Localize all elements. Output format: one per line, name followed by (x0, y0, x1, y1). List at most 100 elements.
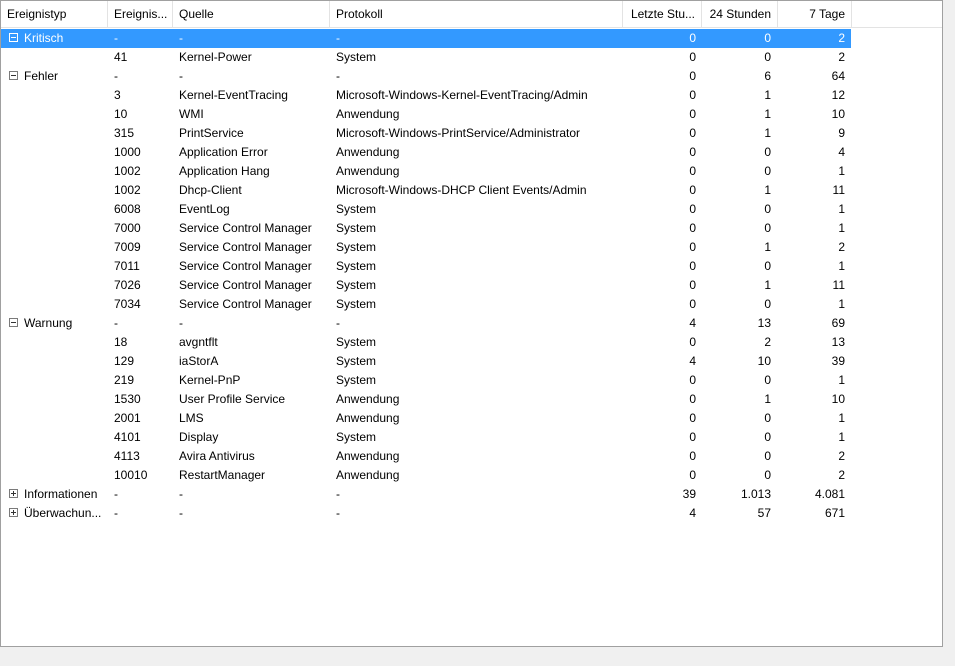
cell-source: - (179, 487, 183, 501)
cell-event-id: 1002 (114, 164, 141, 178)
table-row[interactable]: 10 WMI Anwendung 0 1 10 (1, 105, 851, 124)
cell-24h: 0 (764, 430, 771, 444)
cell-24h: 0 (764, 31, 771, 45)
cell-24h: 0 (764, 221, 771, 235)
cell-last-hour: 0 (689, 240, 696, 254)
cell-24h: 0 (764, 297, 771, 311)
table-row[interactable]: 7026 Service Control Manager System 0 1 11 (1, 276, 851, 295)
cell-24h: 0 (764, 468, 771, 482)
cell-source: - (179, 69, 183, 83)
cell-source: Dhcp-Client (179, 183, 242, 197)
table-row[interactable]: 129 iaStorA System 4 10 39 (1, 352, 851, 371)
table-row[interactable]: 1000 Application Error Anwendung 0 0 4 (1, 143, 851, 162)
cell-7d: 2 (838, 31, 845, 45)
cell-7d: 13 (831, 335, 845, 349)
cell-source: Service Control Manager (179, 240, 312, 254)
cell-7d: 39 (831, 354, 845, 368)
group-row[interactable]: Warnung - - - 4 13 69 (1, 314, 851, 333)
table-row[interactable]: 219 Kernel-PnP System 0 0 1 (1, 371, 851, 390)
column-header-7d[interactable]: 7 Tage (778, 1, 852, 27)
cell-last-hour: 0 (689, 126, 696, 140)
cell-log: System (336, 240, 377, 254)
cell-source: - (179, 506, 183, 520)
cell-last-hour: 4 (689, 506, 696, 520)
cell-last-hour: 0 (689, 468, 696, 482)
cell-24h: 0 (764, 50, 771, 64)
table-row[interactable]: 2001 LMS Anwendung 0 0 1 (1, 409, 851, 428)
table-row[interactable]: 7009 Service Control Manager System 0 1 2 (1, 238, 851, 257)
cell-log: System (336, 354, 377, 368)
cell-source: Service Control Manager (179, 297, 312, 311)
table-row[interactable]: 4101 Display System 0 0 1 (1, 428, 851, 447)
cell-event-id: 18 (114, 335, 128, 349)
cell-log: System (336, 259, 377, 273)
table-row[interactable]: 41 Kernel-Power System 0 0 2 (1, 48, 851, 67)
cell-7d: 2 (838, 468, 845, 482)
cell-event-id: 3 (114, 88, 121, 102)
cell-source: avgntflt (179, 335, 218, 349)
column-header-id[interactable]: Ereignis... (108, 1, 173, 27)
collapse-icon[interactable] (9, 318, 18, 327)
expand-icon[interactable] (9, 508, 18, 517)
cell-event-id: 7011 (114, 259, 140, 273)
group-row[interactable]: Überwachun... - - -4 57 671 (1, 504, 851, 523)
expand-icon[interactable] (9, 489, 18, 498)
cell-event-id: 10010 (114, 468, 148, 482)
collapse-icon[interactable] (9, 71, 18, 80)
cell-event-id: 6008 (114, 202, 141, 216)
column-header-24h[interactable]: 24 Stunden (702, 1, 778, 27)
cell-event-id: - (114, 506, 118, 520)
cell-event-id: 10 (114, 107, 128, 121)
cell-7d: 11 (832, 278, 845, 292)
cell-log: Anwendung (336, 145, 400, 159)
table-row[interactable]: 7011 Service Control Manager System 0 0 1 (1, 257, 851, 276)
column-header-log[interactable]: Protokoll (330, 1, 623, 27)
cell-last-hour: 4 (689, 316, 696, 330)
cell-log: Anwendung (336, 468, 400, 482)
table-row[interactable]: 3 Kernel-EventTracing Microsoft-Windows-Ke… (1, 86, 851, 105)
event-summary-list: Ereignistyp Ereignis... Quelle Protokoll… (0, 0, 943, 647)
table-row[interactable]: 1002 Application Hang Anwendung 0 0 1 (1, 162, 851, 181)
cell-log: System (336, 278, 377, 292)
cell-last-hour: 0 (689, 221, 696, 235)
column-header-last-hour[interactable]: Letzte Stu... (623, 1, 702, 27)
cell-24h: 10 (757, 354, 771, 368)
group-row[interactable]: Fehler - - - 0 6 64 (1, 67, 851, 86)
cell-last-hour: 0 (689, 373, 696, 387)
group-row[interactable]: Kritisch - - - 0 0 2 (1, 29, 851, 48)
cell-24h: 57 (757, 506, 771, 520)
collapse-icon[interactable] (9, 33, 18, 42)
table-row[interactable]: 18 avgntflt System 0 2 13 (1, 333, 851, 352)
column-header-source[interactable]: Quelle (173, 1, 330, 27)
cell-24h: 13 (757, 316, 771, 330)
cell-log: Microsoft-Windows-DHCP Client Events/Adm… (336, 183, 587, 197)
table-row[interactable]: 7034 Service Control Manager System 0 0 1 (1, 295, 851, 314)
cell-source: User Profile Service (179, 392, 286, 406)
cell-24h: 0 (764, 202, 771, 216)
cell-event-id: 1000 (114, 145, 141, 159)
cell-event-id: 7034 (114, 297, 141, 311)
cell-24h: 1 (764, 240, 771, 254)
table-row[interactable]: 6008 EventLog System 0 0 1 (1, 200, 851, 219)
cell-source: iaStorA (179, 354, 219, 368)
table-row[interactable]: 1002 Dhcp-Client Microsoft-Windows-DHCP Cl… (1, 181, 851, 200)
cell-event-id: 129 (114, 354, 135, 368)
cell-last-hour: 0 (689, 88, 696, 102)
cell-source: Service Control Manager (179, 278, 312, 292)
cell-source: Application Hang (179, 164, 270, 178)
table-row[interactable]: 1530 User Profile Service Anwendung 0 1 10 (1, 390, 851, 409)
cell-log: System (336, 335, 377, 349)
table-row[interactable]: 315 PrintService Microsoft-Windows-PrintSe… (1, 124, 851, 143)
table-row[interactable]: 7000 Service Control Manager System 0 0 1 (1, 219, 851, 238)
table-row[interactable]: 10010 RestartManager Anwendung 0 0 2 (1, 466, 851, 485)
cell-log: - (336, 316, 340, 330)
group-row[interactable]: Informationen - - - 39 1.013 4.081 (1, 485, 851, 504)
column-header-type[interactable]: Ereignistyp (1, 1, 108, 27)
cell-last-hour: 0 (689, 259, 696, 273)
cell-log: Anwendung (336, 107, 400, 121)
cell-7d: 10 (831, 107, 845, 121)
cell-type: Kritisch (24, 31, 64, 45)
cell-log: System (336, 202, 377, 216)
cell-event-id: 2001 (114, 411, 141, 425)
table-row[interactable]: 4113 Avira Antivirus Anwendung 0 0 2 (1, 447, 851, 466)
